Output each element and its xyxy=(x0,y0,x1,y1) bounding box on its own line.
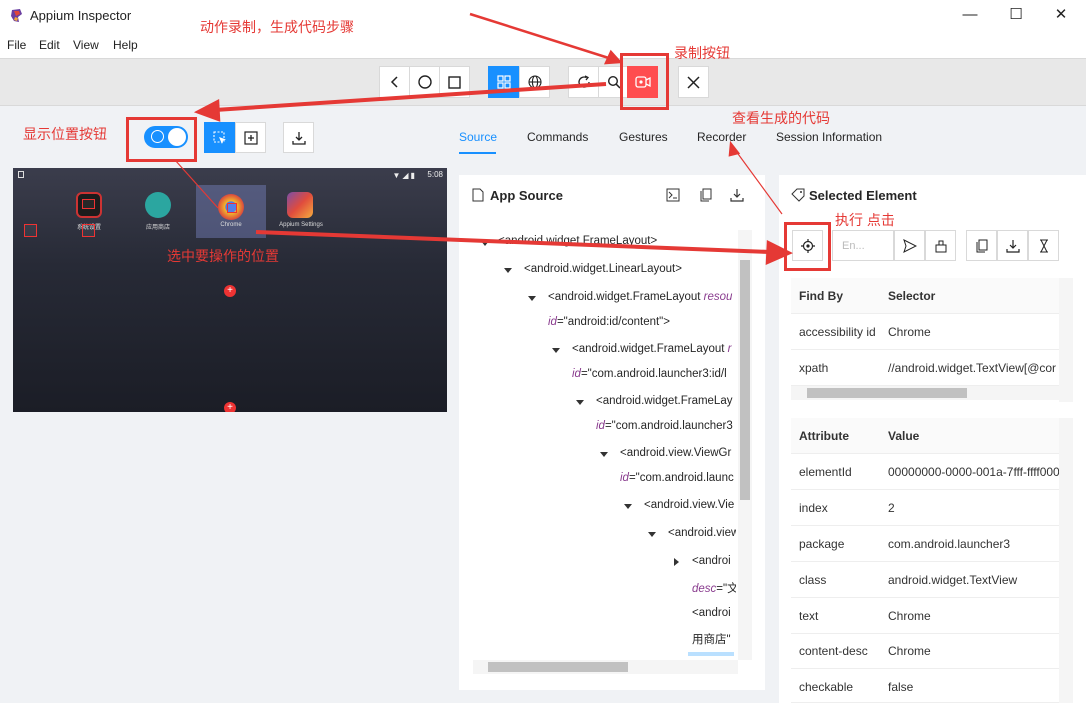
annotation-record-steps: 动作录制，生成代码步骤 xyxy=(200,19,354,35)
annotation-arrows xyxy=(174,12,793,265)
annotation-tap: 执行 点击 xyxy=(835,212,895,228)
annotation-view-code: 查看生成的代码 xyxy=(732,110,830,126)
annotation-select-position: 选中要操作的位置 xyxy=(167,248,279,264)
tap-button-highlight xyxy=(784,222,831,271)
toggle-highlight xyxy=(126,117,197,162)
annotation-record-button: 录制按钮 xyxy=(674,45,730,61)
annotation-show-position: 显示位置按钮 xyxy=(23,126,107,142)
record-button-highlight xyxy=(620,53,669,110)
